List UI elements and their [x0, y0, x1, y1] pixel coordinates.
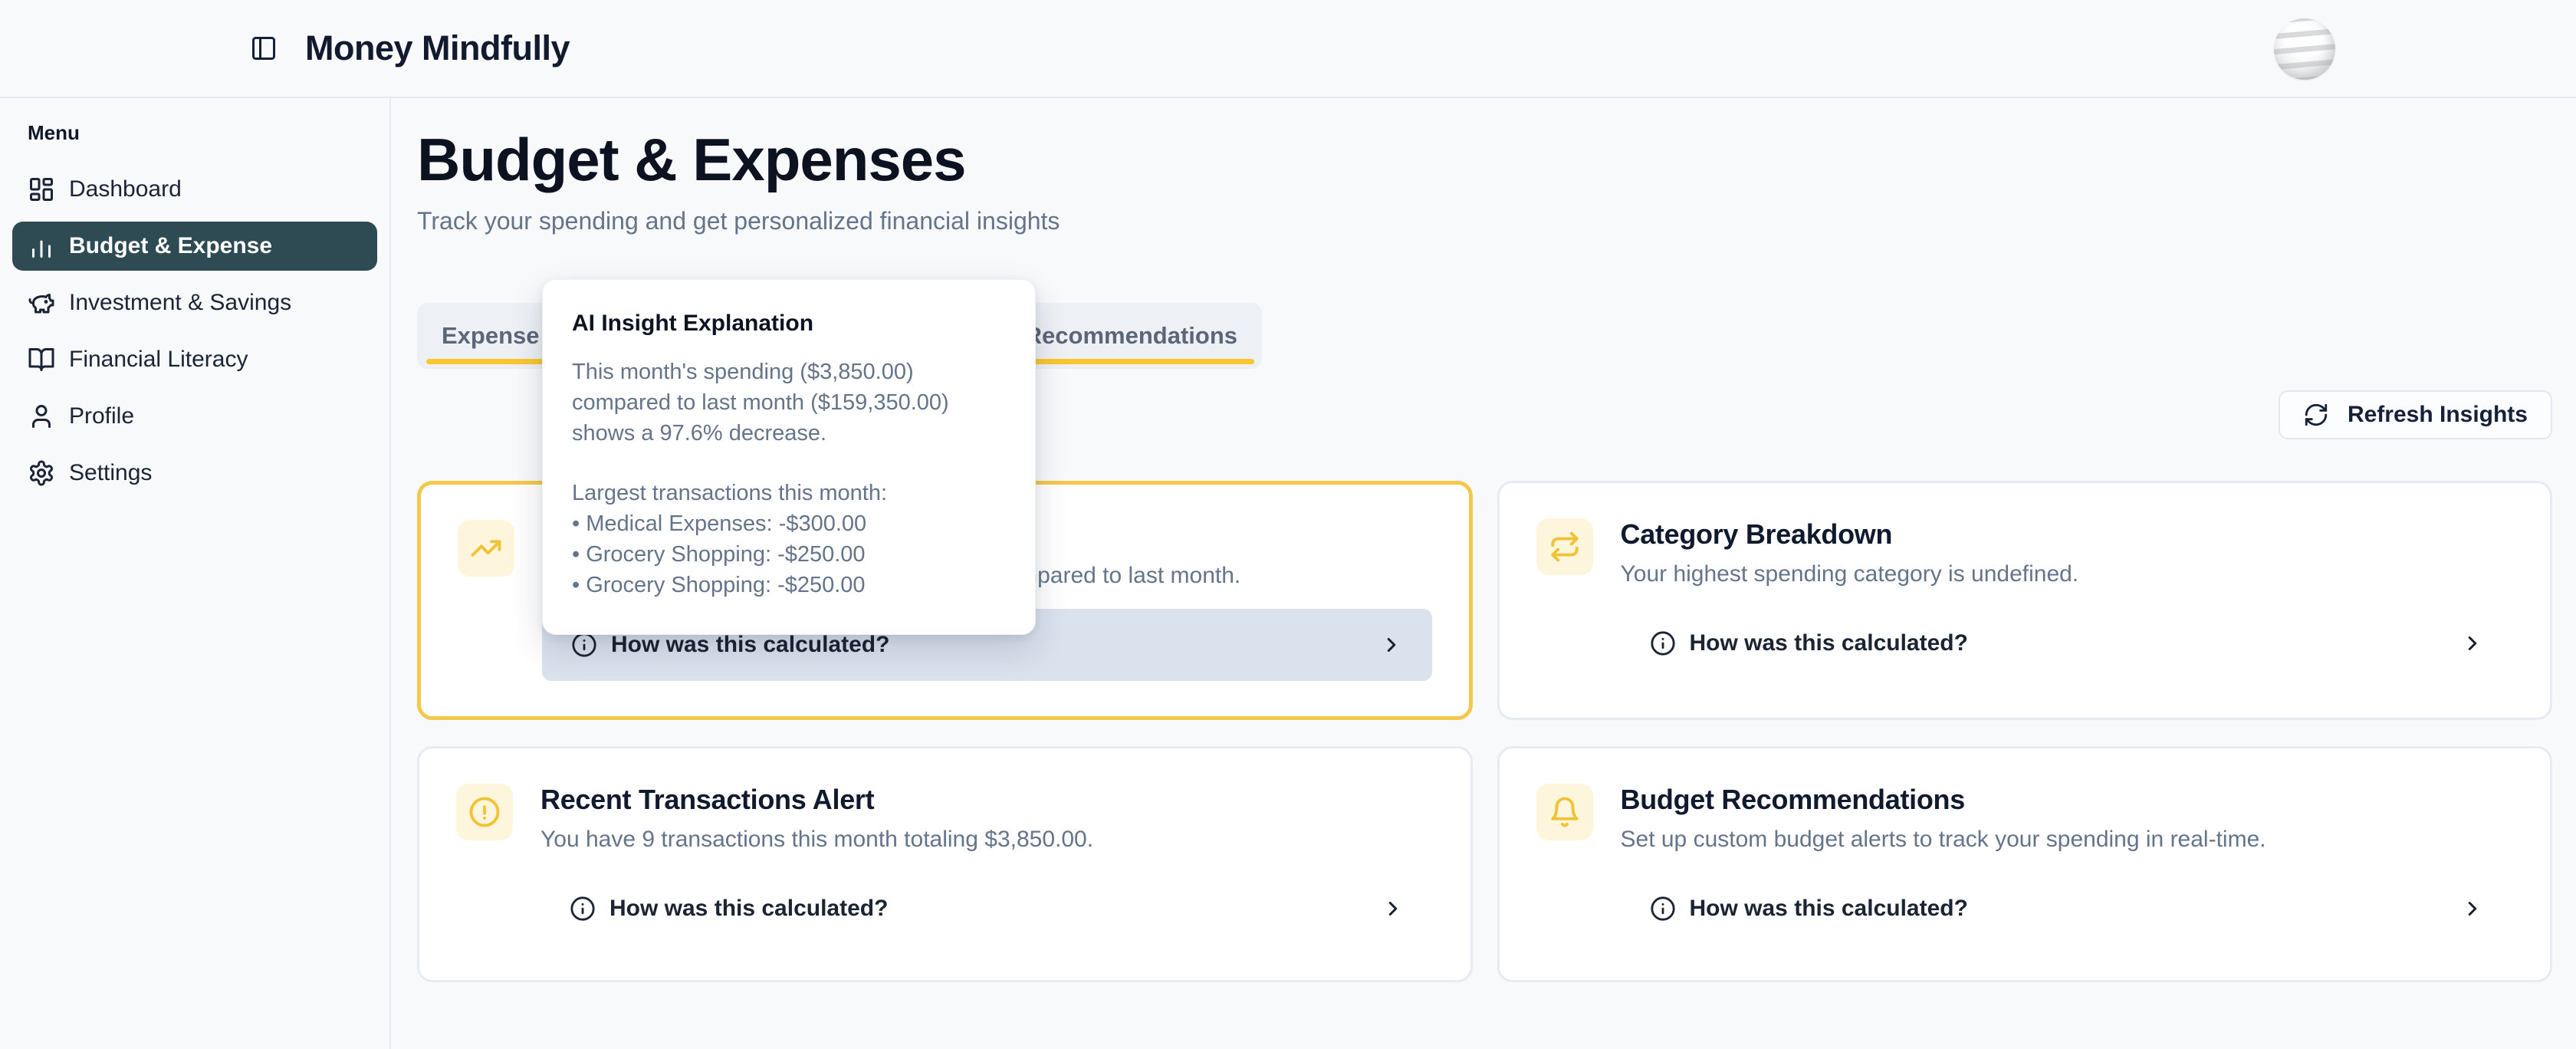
info-icon [570, 896, 596, 922]
card-title: Budget Recommendations [1621, 784, 2514, 816]
refresh-icon [2303, 402, 2329, 428]
repeat-icon [1536, 518, 1593, 575]
chevron-right-icon [1382, 897, 1405, 920]
sidebar-item-label: Profile [69, 403, 134, 429]
info-icon [571, 632, 597, 658]
user-avatar[interactable] [2274, 18, 2335, 80]
info-icon [1650, 896, 1676, 922]
how-calculated-label: How was this calculated? [610, 896, 888, 922]
page-title: Budget & Expenses [417, 129, 2552, 192]
how-calculated-button[interactable]: How was this calculated? [1621, 873, 2514, 945]
how-calculated-label: How was this calculated? [611, 632, 889, 658]
user-icon [28, 402, 57, 431]
dashboard-icon [28, 175, 57, 204]
card-category-breakdown: Category Breakdown Your highest spending… [1497, 481, 2553, 720]
sidebar-item-profile[interactable]: Profile [12, 392, 377, 441]
card-description: You have 9 transactions this month total… [540, 827, 1434, 853]
gear-icon [28, 459, 57, 488]
refresh-label: Refresh Insights [2348, 402, 2528, 428]
app-title: Money Mindfully [305, 28, 570, 68]
bar-chart-icon [28, 232, 57, 261]
chevron-right-icon [2461, 632, 2484, 655]
menu-section-label: Menu [28, 121, 377, 145]
info-icon [1650, 630, 1676, 656]
sidebar-item-label: Budget & Expense [69, 233, 272, 259]
how-calculated-button[interactable]: How was this calculated? [540, 873, 1434, 945]
chevron-right-icon [2461, 897, 2484, 920]
sidebar-item-settings[interactable]: Settings [12, 449, 377, 498]
popover-paragraph: This month's spending ($3,850.00) compar… [572, 357, 1006, 449]
sidebar-item-financial-literacy[interactable]: Financial Literacy [12, 335, 377, 384]
alert-circle-icon [456, 784, 513, 840]
popover-title: AI Insight Explanation [572, 311, 1006, 337]
card-description: Your highest spending category is undefi… [1621, 561, 2514, 587]
trending-up-icon [458, 520, 514, 577]
how-calculated-button[interactable]: How was this calculated? [1621, 607, 2514, 679]
app-root: Money Mindfully Menu Dashboard Budget & … [0, 0, 2576, 1049]
bell-icon [1536, 784, 1593, 840]
how-calculated-label: How was this calculated? [1690, 896, 1968, 922]
piggy-bank-icon [28, 288, 57, 317]
sidebar-item-budget-expense[interactable]: Budget & Expense [12, 222, 377, 271]
sidebar-item-dashboard[interactable]: Dashboard [12, 165, 377, 214]
card-budget-recommendations: Budget Recommendations Set up custom bud… [1497, 746, 2553, 982]
popover-transaction-list: Largest transactions this month: • Medic… [572, 478, 1006, 600]
sidebar-item-label: Settings [69, 460, 152, 486]
sidebar-item-investment-savings[interactable]: Investment & Savings [12, 278, 377, 327]
sidebar-toggle-button[interactable] [247, 31, 281, 65]
card-recent-transactions-alert: Recent Transactions Alert You have 9 tra… [417, 746, 1473, 982]
refresh-insights-button[interactable]: Refresh Insights [2279, 390, 2552, 439]
ai-insight-popover: AI Insight Explanation This month's spen… [542, 279, 1036, 635]
panel-left-icon [250, 35, 278, 62]
chevron-right-icon [1380, 633, 1403, 656]
how-calculated-label: How was this calculated? [1690, 630, 1968, 656]
card-title: Category Breakdown [1621, 518, 2514, 551]
sidebar: Menu Dashboard Budget & Expense Investme… [0, 98, 391, 1049]
top-header: Money Mindfully [0, 0, 2576, 98]
book-open-icon [28, 345, 57, 374]
card-title: Recent Transactions Alert [540, 784, 1434, 816]
sidebar-item-label: Investment & Savings [69, 290, 291, 316]
page-subtitle: Track your spending and get personalized… [417, 207, 2552, 235]
sidebar-item-label: Dashboard [69, 176, 182, 202]
card-description: Set up custom budget alerts to track you… [1621, 827, 2514, 853]
sidebar-item-label: Financial Literacy [69, 347, 248, 373]
